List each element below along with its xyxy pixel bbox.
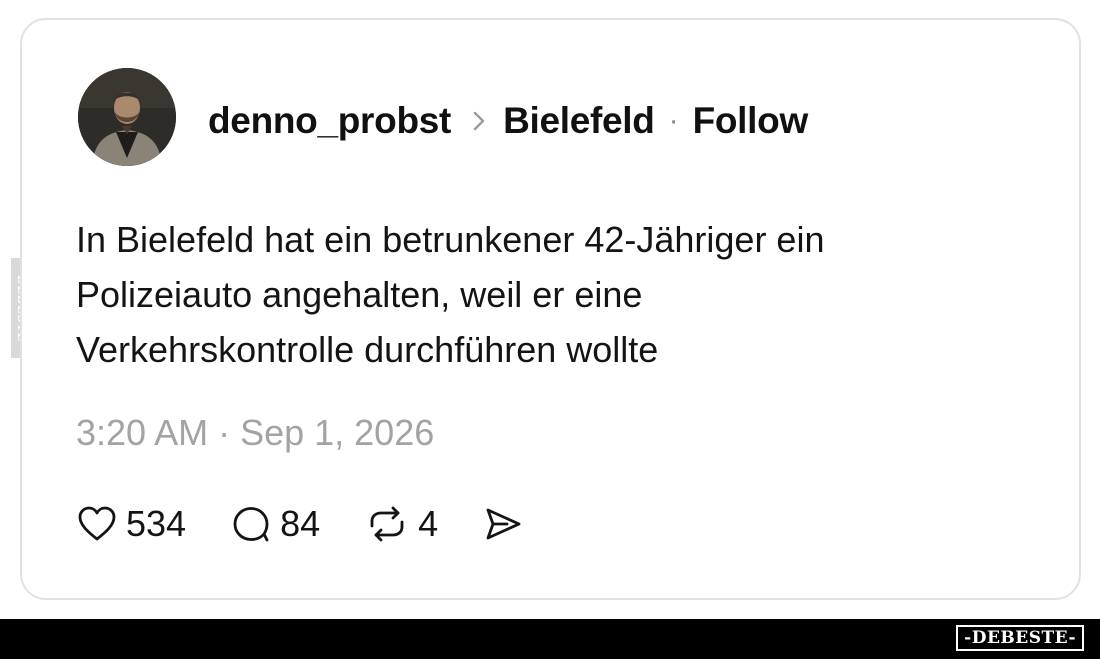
repost-button[interactable]: 4 (364, 503, 438, 545)
action-bar: 534 84 4 (76, 500, 568, 548)
comment-button[interactable]: 84 (230, 503, 320, 545)
post-text: In Bielefeld hat ein betrunkener 42-Jähr… (76, 212, 976, 377)
brand-logo-text: -DEBESTE- (964, 628, 1076, 648)
dot-separator: · (668, 104, 679, 137)
like-count: 534 (126, 503, 187, 544)
post-text-line: In Bielefeld hat ein betrunkener 42-Jähr… (76, 219, 825, 260)
post-header: denno_probst Bielefeld · Follow (208, 98, 808, 144)
share-button[interactable] (482, 504, 524, 544)
like-button[interactable]: 534 (76, 503, 186, 545)
post-timestamp: 3:20 AM · Sep 1, 2026 (76, 412, 435, 453)
comment-icon (230, 504, 272, 544)
chevron-right-icon (469, 109, 489, 133)
avatar[interactable] (78, 68, 176, 166)
follow-button[interactable]: Follow (693, 100, 809, 142)
avatar-photo (78, 68, 176, 166)
post-text-line: Verkehrskontrolle durchführen wollte (76, 329, 659, 370)
brand-logo: -DEBESTE- (956, 625, 1084, 651)
page: DEBESTE denno_probst Bielefeld (0, 0, 1100, 659)
post-card: denno_probst Bielefeld · Follow In Biele… (20, 18, 1081, 600)
send-icon (482, 504, 524, 544)
footer-bar: -DEBESTE- (0, 619, 1100, 659)
heart-icon (76, 504, 118, 544)
repost-count: 4 (418, 503, 439, 544)
location-link[interactable]: Bielefeld (503, 100, 655, 142)
comment-count: 84 (280, 503, 321, 544)
post-text-line: Polizeiauto angehalten, weil er eine (76, 274, 643, 315)
username-link[interactable]: denno_probst (208, 100, 451, 142)
repost-icon (364, 504, 410, 544)
